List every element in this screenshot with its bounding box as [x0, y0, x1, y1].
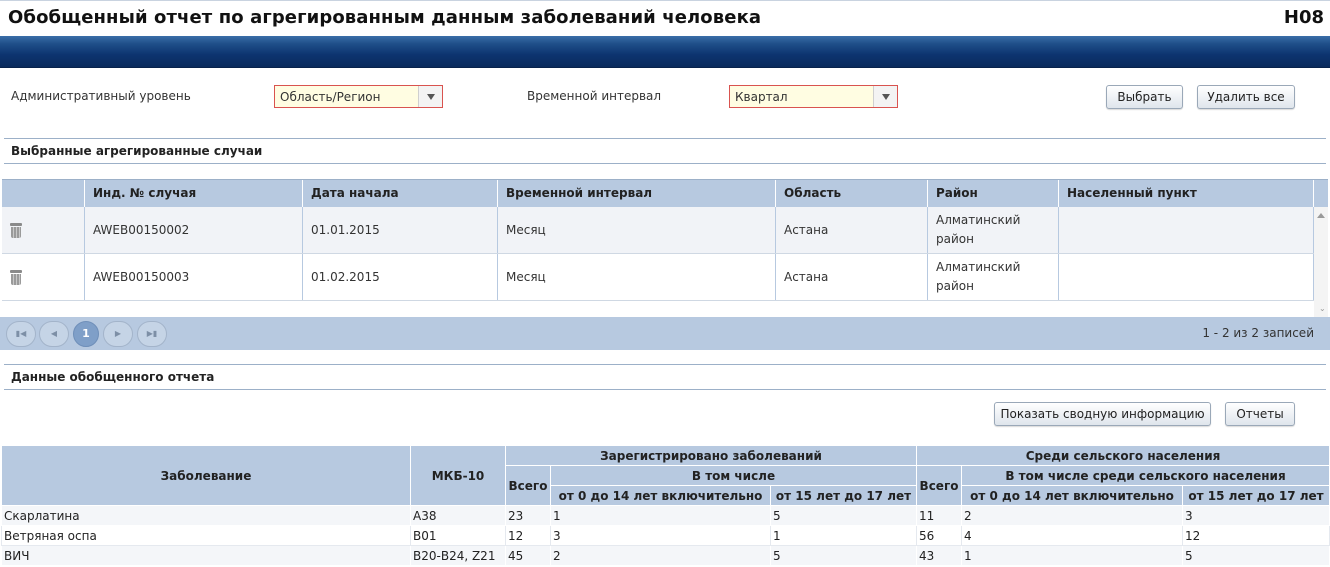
- cell-region: Астана: [776, 207, 928, 253]
- admin-level-value: Область/Регион: [280, 90, 381, 104]
- table-row: Скарлатина А38 23 1 5 11 2 3: [1, 505, 1330, 526]
- cell-total: 45: [505, 545, 551, 566]
- cell-icd: А38: [410, 505, 506, 526]
- reports-button[interactable]: Отчеты: [1225, 402, 1295, 426]
- header-icd: МКБ-10: [410, 445, 506, 506]
- page-code: H08: [1283, 7, 1324, 28]
- cell-rural-total: 43: [916, 545, 963, 566]
- cell-age-15-17: 1: [769, 525, 918, 546]
- cell-start-date: 01.01.2015: [303, 207, 498, 253]
- cell-rural-total: 56: [916, 525, 963, 546]
- header-rural-total: Всего: [916, 465, 963, 506]
- page-title: Обобщенный отчет по агрегированным данны…: [8, 7, 762, 28]
- admin-level-select[interactable]: Область/Регион: [274, 85, 443, 108]
- cell-disease: Ветряная оспа: [1, 525, 411, 546]
- report-table: Заболевание МКБ-10 Зарегистрировано забо…: [1, 445, 1330, 566]
- cell-rural-0-14: 1: [961, 545, 1184, 566]
- scroll-down-icon[interactable]: ⌄: [1319, 304, 1326, 313]
- report-title: Данные обобщенного отчета: [11, 370, 215, 384]
- cell-age-0-14: 2: [550, 545, 771, 566]
- header-including: В том числе: [549, 465, 918, 486]
- delete-all-button[interactable]: Удалить все: [1197, 85, 1295, 109]
- cell-district: Алматинский район: [928, 207, 1059, 253]
- scroll-up-icon[interactable]: [1317, 213, 1325, 218]
- col-case-id[interactable]: Инд. № случая: [85, 180, 303, 208]
- cell-start-date: 01.02.2015: [303, 254, 498, 300]
- pager-info: 1 - 2 из 2 записей: [1202, 326, 1314, 340]
- cell-age-0-14: 1: [550, 505, 771, 526]
- cell-icd: В01: [410, 525, 506, 546]
- header-rural: Среди сельского населения: [916, 445, 1330, 466]
- cell-rural-total: 11: [916, 505, 963, 526]
- selected-cases-section: Выбранные агрегированные случаи: [4, 138, 1326, 164]
- cell-settlement: [1059, 254, 1314, 300]
- select-button[interactable]: Выбрать: [1106, 85, 1183, 109]
- time-interval-value: Квартал: [735, 90, 788, 104]
- cell-case-id: AWEB00150003: [85, 254, 303, 300]
- table-row: AWEB00150003 01.02.2015 Месяц Астана Алм…: [2, 254, 1314, 301]
- cases-grid-header: Инд. № случая Дата начала Временной инте…: [2, 179, 1328, 208]
- trash-icon[interactable]: [10, 222, 22, 238]
- admin-level-label: Административный уровень: [11, 89, 191, 103]
- trash-icon[interactable]: [10, 269, 22, 285]
- header-total: Всего: [505, 465, 551, 506]
- col-actions: [2, 180, 85, 208]
- header-rural-0-14: от 0 до 14 лет включительно: [961, 485, 1184, 506]
- report-section: Данные обобщенного отчета: [4, 364, 1326, 390]
- cell-settlement: [1059, 207, 1314, 253]
- cell-disease: Скарлатина: [1, 505, 411, 526]
- time-interval-label: Временной интервал: [527, 89, 662, 103]
- col-district[interactable]: Район: [928, 180, 1059, 208]
- header-band: [0, 36, 1330, 68]
- col-region[interactable]: Область: [776, 180, 928, 208]
- last-page-icon[interactable]: ▶▮: [137, 321, 167, 347]
- page-button-current[interactable]: 1: [73, 321, 99, 347]
- header-registered: Зарегистрировано заболеваний: [504, 445, 918, 466]
- selected-cases-title: Выбранные агрегированные случаи: [11, 144, 263, 158]
- show-summary-button[interactable]: Показать сводную информацию: [994, 402, 1211, 426]
- header-rural-15-17: от 15 лет до 17 лет: [1182, 485, 1330, 506]
- cell-icd: В20-В24, Z21: [410, 545, 506, 566]
- table-row: AWEB00150002 01.01.2015 Месяц Астана Алм…: [2, 207, 1314, 254]
- header-disease: Заболевание: [1, 445, 411, 506]
- cell-age-15-17: 5: [769, 505, 918, 526]
- cell-total: 12: [505, 525, 551, 546]
- cell-rural-15-17: 3: [1182, 505, 1330, 526]
- next-page-icon[interactable]: ▶: [103, 321, 133, 347]
- title-bar: Обобщенный отчет по агрегированным данны…: [0, 0, 1330, 36]
- chevron-down-icon[interactable]: [873, 86, 897, 107]
- time-interval-select[interactable]: Квартал: [729, 85, 898, 108]
- grid-scrollbar[interactable]: ⌄: [1314, 207, 1328, 317]
- cell-rural-15-17: 12: [1182, 525, 1330, 546]
- table-row: Ветряная оспа В01 12 3 1 56 4 12: [1, 525, 1330, 546]
- cell-rural-0-14: 4: [961, 525, 1184, 546]
- cell-region: Астана: [776, 254, 928, 300]
- prev-page-icon[interactable]: ◀: [39, 321, 69, 347]
- cell-age-15-17: 5: [769, 545, 918, 566]
- cell-time-interval: Месяц: [498, 207, 776, 253]
- cell-time-interval: Месяц: [498, 254, 776, 300]
- header-age-15-17: от 15 лет до 17 лет: [769, 485, 918, 506]
- cell-rural-15-17: 5: [1182, 545, 1330, 566]
- cell-case-id: AWEB00150002: [85, 207, 303, 253]
- col-settlement[interactable]: Населенный пункт: [1059, 180, 1314, 208]
- col-start-date[interactable]: Дата начала: [303, 180, 498, 208]
- pager: ▮◀ ◀ 1 ▶ ▶▮ 1 - 2 из 2 записей: [0, 317, 1330, 350]
- cell-district: Алматинский район: [928, 254, 1059, 300]
- col-time-interval[interactable]: Временной интервал: [498, 180, 776, 208]
- cell-rural-0-14: 2: [961, 505, 1184, 526]
- first-page-icon[interactable]: ▮◀: [6, 321, 36, 347]
- header-age-0-14: от 0 до 14 лет включительно: [550, 485, 771, 506]
- chevron-down-icon[interactable]: [418, 86, 442, 107]
- cell-age-0-14: 3: [550, 525, 771, 546]
- cell-disease: ВИЧ: [1, 545, 411, 566]
- table-row: ВИЧ В20-В24, Z21 45 2 5 43 1 5: [1, 545, 1330, 566]
- header-rural-including: В том числе среди сельского населения: [961, 465, 1330, 486]
- cell-total: 23: [505, 505, 551, 526]
